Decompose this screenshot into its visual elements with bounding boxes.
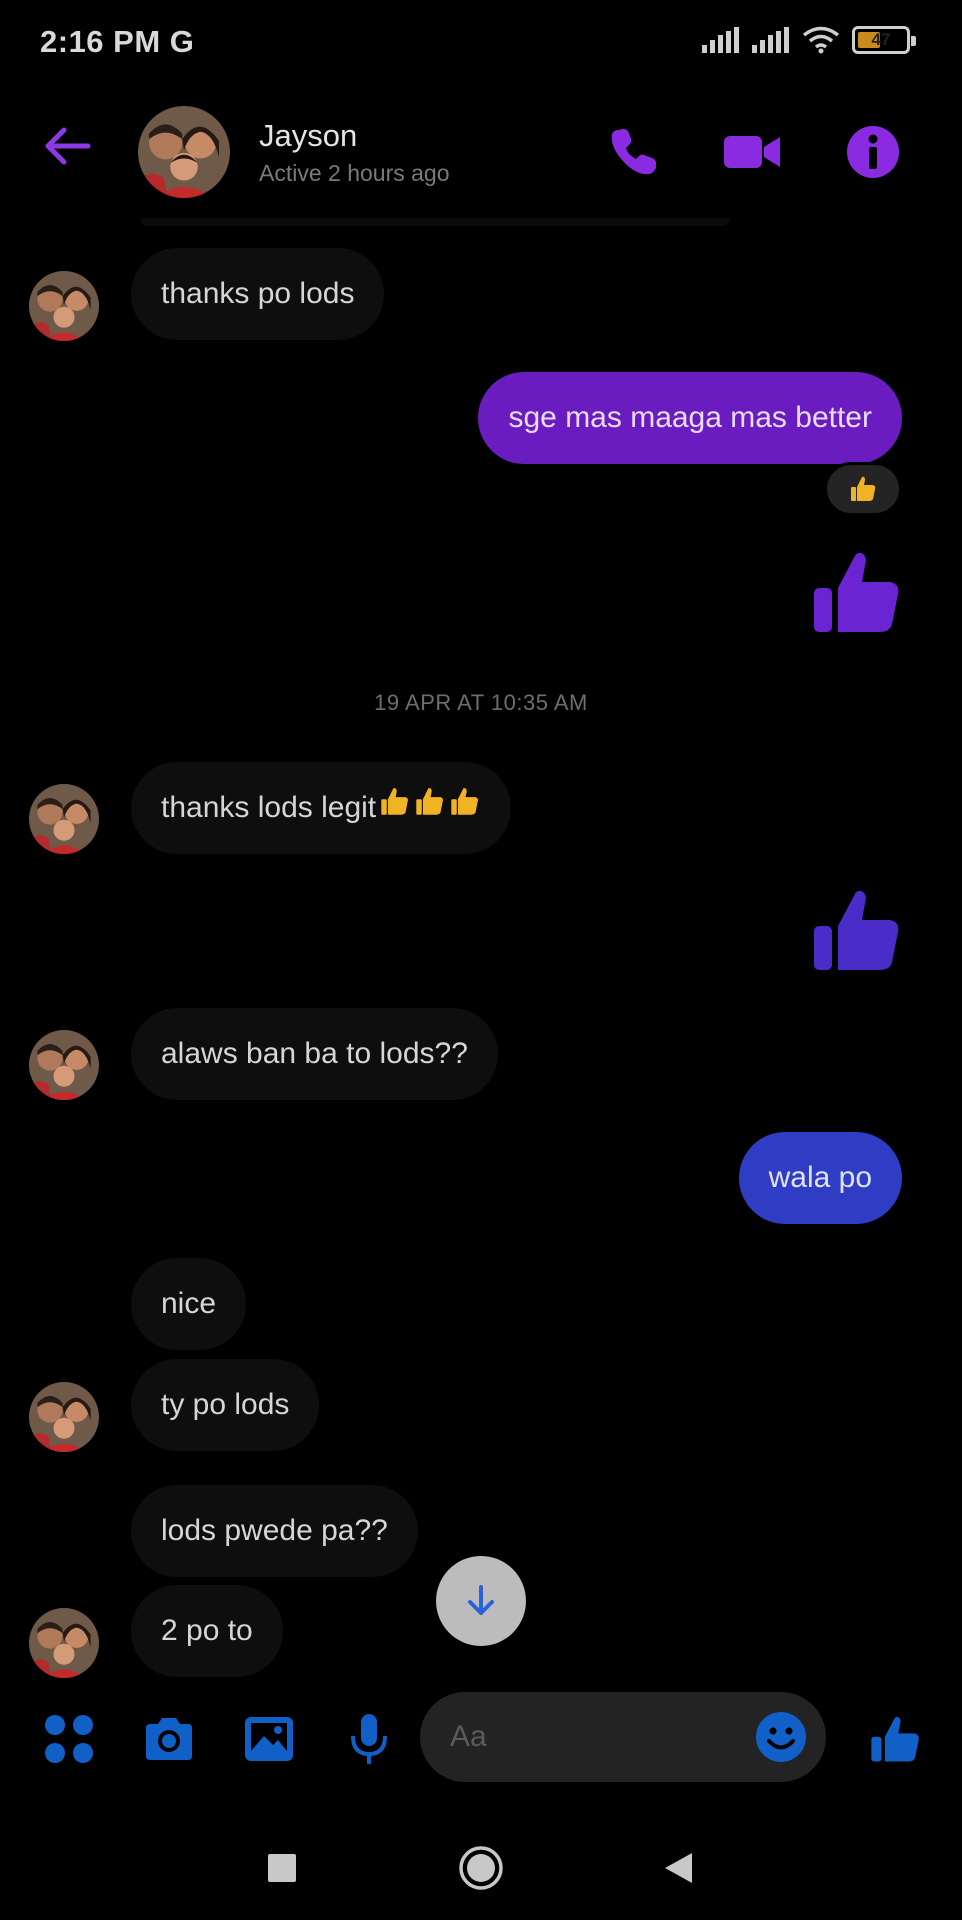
status-icons: 47 xyxy=(702,26,916,54)
gallery-button[interactable] xyxy=(242,1712,296,1766)
battery-level: 47 xyxy=(871,30,891,49)
avatar[interactable] xyxy=(29,1030,99,1100)
voice-message-button[interactable] xyxy=(342,1712,396,1766)
contact-active-status: Active 2 hours ago xyxy=(259,160,450,186)
message-text: nice xyxy=(161,1287,217,1320)
arrow-down-icon xyxy=(468,1585,494,1615)
apps-button[interactable] xyxy=(42,1712,96,1766)
message-text: 2 po to xyxy=(161,1614,253,1647)
camera-icon xyxy=(146,1718,192,1760)
system-navigation-bar xyxy=(0,1820,962,1920)
like-icon xyxy=(871,1716,919,1762)
circle-icon xyxy=(459,1846,503,1890)
scrolled-bubble-edge xyxy=(140,218,730,226)
message-bubble-incoming[interactable]: ty po lods xyxy=(131,1359,320,1451)
message-bubble-incoming[interactable]: alaws ban ba to lods?? xyxy=(131,1008,498,1100)
message-bubble-incoming[interactable]: thanks lods legit xyxy=(131,762,512,855)
message-input[interactable]: Aa xyxy=(420,1692,826,1782)
square-icon xyxy=(268,1854,296,1882)
avatar[interactable] xyxy=(29,271,99,341)
message-text: wala po xyxy=(768,1161,872,1194)
back-nav-button[interactable] xyxy=(648,1838,708,1898)
emoji-icon xyxy=(756,1712,806,1762)
message-timestamp: 19 APR AT 10:35 AM xyxy=(374,690,588,715)
message-text: thanks lods legit xyxy=(161,791,377,824)
battery-icon: 47 xyxy=(852,26,916,54)
sent-like[interactable] xyxy=(808,882,904,978)
back-button[interactable] xyxy=(38,116,98,176)
thumbs-up-emoji-icon xyxy=(413,763,446,855)
gallery-icon xyxy=(245,1717,293,1761)
microphone-icon xyxy=(351,1714,387,1764)
thumbs-up-emoji-icon xyxy=(851,476,876,501)
thumbs-up-emoji-icon xyxy=(448,763,481,855)
contact-name[interactable]: Jayson xyxy=(259,118,357,154)
avatar[interactable] xyxy=(29,1382,99,1452)
clock: 2:16 PM xyxy=(40,24,161,59)
message-text: thanks po lods xyxy=(161,277,355,310)
info-icon xyxy=(847,126,899,178)
recents-button[interactable] xyxy=(252,1838,312,1898)
network-type: G xyxy=(169,24,195,59)
wifi-icon xyxy=(802,26,840,54)
thumbs-up-icon xyxy=(814,552,899,632)
chat-header: Jayson Active 2 hours ago xyxy=(0,88,962,218)
message-bubble-incoming[interactable]: 2 po to xyxy=(131,1585,283,1677)
scroll-to-bottom-button[interactable] xyxy=(436,1556,526,1646)
video-call-button[interactable] xyxy=(722,122,782,182)
signal-icon xyxy=(702,27,739,53)
message-bubble-incoming[interactable]: thanks po lods xyxy=(131,248,385,340)
video-camera-icon xyxy=(724,136,780,168)
message-text: alaws ban ba to lods?? xyxy=(161,1037,468,1070)
avatar[interactable] xyxy=(29,1608,99,1678)
message-bubble-outgoing[interactable]: wala po xyxy=(738,1132,902,1224)
voice-call-button[interactable] xyxy=(604,122,664,182)
triangle-back-icon xyxy=(665,1853,692,1883)
message-text: ty po lods xyxy=(161,1388,290,1421)
emoji-button[interactable] xyxy=(754,1710,808,1764)
message-bubble-incoming[interactable]: lods pwede pa?? xyxy=(131,1485,418,1577)
phone-icon xyxy=(611,129,656,175)
status-time: 2:16 PM G xyxy=(40,24,194,60)
avatar[interactable] xyxy=(29,784,99,854)
message-input-placeholder: Aa xyxy=(450,1720,487,1753)
apps-icon xyxy=(45,1715,93,1763)
message-bubble-outgoing[interactable]: sge mas maaga mas better xyxy=(478,372,902,464)
contact-avatar[interactable] xyxy=(138,106,230,198)
message-text: lods pwede pa?? xyxy=(161,1514,388,1547)
sent-like[interactable] xyxy=(808,544,904,640)
thumbs-up-icon xyxy=(814,890,899,970)
thumbs-up-emoji-icon xyxy=(378,763,411,855)
arrow-left-icon xyxy=(45,127,91,165)
info-button[interactable] xyxy=(843,122,903,182)
signal-icon-2 xyxy=(752,27,789,53)
home-button[interactable] xyxy=(451,1838,511,1898)
message-composer: Aa xyxy=(0,1690,962,1786)
message-text: sge mas maaga mas better xyxy=(508,401,872,434)
message-reaction[interactable] xyxy=(824,462,902,516)
message-bubble-incoming[interactable]: nice xyxy=(131,1258,247,1350)
status-bar: 2:16 PM G 47 xyxy=(0,0,962,88)
camera-button[interactable] xyxy=(142,1712,196,1766)
send-like-button[interactable] xyxy=(868,1712,922,1766)
